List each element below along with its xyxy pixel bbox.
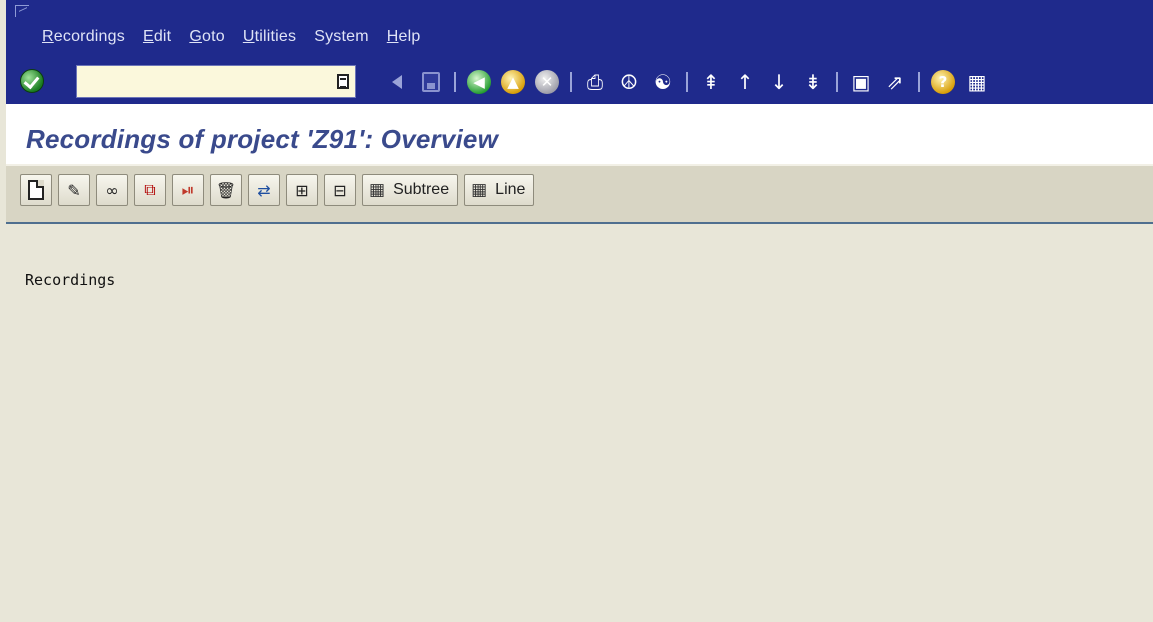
menu-edit[interactable]: Edit xyxy=(143,28,171,46)
menu-utilities[interactable]: Utilities xyxy=(243,28,296,46)
delete-icon[interactable]: 🗑 xyxy=(210,174,242,206)
line-button[interactable]: ▦ Line xyxy=(464,174,535,206)
next-page-icon[interactable]: ↓ xyxy=(766,69,792,95)
transport-icon[interactable]: ⇄ xyxy=(248,174,280,206)
new-icon[interactable] xyxy=(20,174,52,206)
command-history-icon[interactable] xyxy=(337,74,349,89)
display-icon[interactable]: ∞ xyxy=(96,174,128,206)
help-icon[interactable]: ? xyxy=(930,69,956,95)
command-input[interactable] xyxy=(77,66,317,96)
back-arrow-icon[interactable] xyxy=(384,69,410,95)
toolbar-separator xyxy=(570,72,572,92)
first-page-icon[interactable]: ⇞ xyxy=(698,69,724,95)
exit-icon[interactable]: ▲ xyxy=(500,69,526,95)
cancel-icon[interactable]: ✕ xyxy=(534,69,560,95)
subtree-icon: ▦ xyxy=(369,180,386,200)
title-bar: Recordings of project 'Z91': Overview xyxy=(6,104,1153,164)
application-toolbar: ✎ ∞ ⧉ ⏯ 🗑 ⇄ ⊞ ⊟ ▦ Subtree ▦ Line xyxy=(6,164,1153,224)
application-toolbar-buttons: ✎ ∞ ⧉ ⏯ 🗑 ⇄ ⊞ ⊟ ▦ Subtree ▦ Line xyxy=(20,174,540,206)
create-session-icon[interactable]: ▣ xyxy=(848,69,874,95)
shortcut-icon[interactable]: ⇗ xyxy=(882,69,908,95)
save-icon[interactable] xyxy=(418,69,444,95)
menu-goto[interactable]: Goto xyxy=(189,28,225,46)
back-icon[interactable]: ◀ xyxy=(466,69,492,95)
menu-list: Recordings Edit Goto Utilities System He… xyxy=(42,28,438,46)
menu-system[interactable]: System xyxy=(314,28,369,46)
find-next-icon[interactable]: ☯ xyxy=(650,69,676,95)
collapse-icon[interactable]: ⊟ xyxy=(324,174,356,206)
toolbar-separator xyxy=(836,72,838,92)
command-field xyxy=(76,65,356,98)
tree-node-recordings[interactable]: Recordings xyxy=(25,271,115,289)
line-label: Line xyxy=(495,181,526,198)
standard-toolbar: ◀ ▲ ✕ ⎙ ☮ ☯ ⇞ ↑ ↓ ⇟ ▣ ⇗ ? ▦ xyxy=(6,60,1153,104)
menu-bar: Recordings Edit Goto Utilities System He… xyxy=(6,0,1153,60)
expand-icon[interactable]: ⊞ xyxy=(286,174,318,206)
line-icon: ▦ xyxy=(471,180,488,200)
find-icon[interactable]: ☮ xyxy=(616,69,642,95)
subtree-button[interactable]: ▦ Subtree xyxy=(362,174,459,206)
subtree-label: Subtree xyxy=(393,181,450,198)
last-page-icon[interactable]: ⇟ xyxy=(800,69,826,95)
toolbar-separator xyxy=(454,72,456,92)
menu-recordings[interactable]: Recordings xyxy=(42,28,125,46)
copy-icon[interactable]: ⧉ xyxy=(134,174,166,206)
layout-menu-icon[interactable]: ▦ xyxy=(964,69,990,95)
toolbar-separator xyxy=(686,72,688,92)
content-area: Recordings xyxy=(6,224,1153,622)
enter-icon[interactable] xyxy=(20,69,44,93)
system-menu-icon[interactable] xyxy=(15,5,29,17)
standard-toolbar-icons: ◀ ▲ ✕ ⎙ ☮ ☯ ⇞ ↑ ↓ ⇟ ▣ ⇗ ? ▦ xyxy=(384,68,998,96)
execute-icon[interactable]: ⏯ xyxy=(172,174,204,206)
page-title: Recordings of project 'Z91': Overview xyxy=(26,124,498,154)
edit-icon[interactable]: ✎ xyxy=(58,174,90,206)
print-icon[interactable]: ⎙ xyxy=(582,69,608,95)
toolbar-separator xyxy=(918,72,920,92)
previous-page-icon[interactable]: ↑ xyxy=(732,69,758,95)
menu-help[interactable]: Help xyxy=(387,28,421,46)
